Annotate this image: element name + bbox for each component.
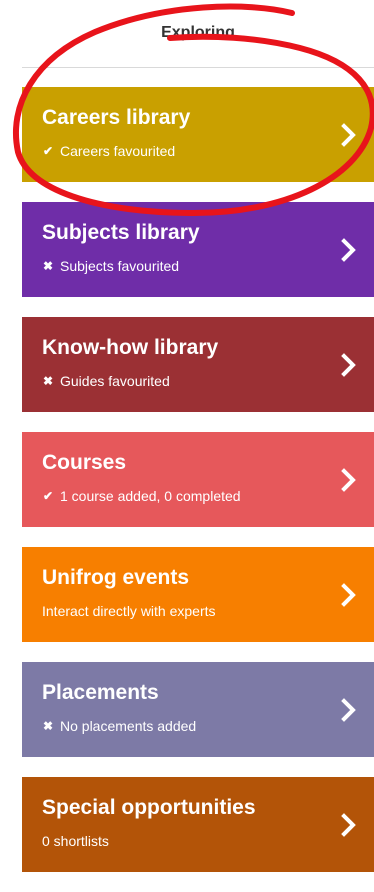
chevron-right-icon[interactable] [336, 122, 362, 148]
cross-icon: ✖ [42, 719, 54, 733]
tile-title: Unifrog events [42, 566, 190, 589]
cross-icon: ✖ [42, 259, 54, 273]
tile-status: ✔ 1 course added, 0 completed [42, 488, 241, 504]
page-header: Exploring [22, 0, 374, 68]
tile-status: ✖ No placements added [42, 718, 196, 734]
tile-status-text: Interact directly with experts [42, 603, 216, 619]
tile-status: 0 shortlists [42, 833, 109, 849]
subjects-library-tile[interactable]: Subjects library ✖ Subjects favourited [22, 202, 374, 297]
careers-library-tile[interactable]: Careers library ✔ Careers favourited [22, 87, 374, 182]
chevron-right-icon[interactable] [336, 237, 362, 263]
tile-status-text: Subjects favourited [60, 258, 180, 274]
check-icon: ✔ [42, 144, 54, 158]
know-how-library-tile[interactable]: Know-how library ✖ Guides favourited [22, 317, 374, 412]
tile-status-text: Guides favourited [60, 373, 170, 389]
tile-status: ✔ Careers favourited [42, 143, 175, 159]
tile-status-text: Careers favourited [60, 143, 176, 159]
tile-title: Know-how library [42, 336, 219, 359]
chevron-right-icon[interactable] [336, 582, 362, 608]
courses-tile[interactable]: Courses ✔ 1 course added, 0 completed [22, 432, 374, 527]
tile-title: Placements [42, 681, 159, 704]
tile-status: ✖ Subjects favourited [42, 258, 179, 274]
special-opportunities-tile[interactable]: Special opportunities 0 shortlists [22, 777, 374, 872]
tile-title: Courses [42, 451, 127, 474]
tile-status-text: No placements added [60, 718, 197, 734]
tile-title: Subjects library [42, 221, 200, 244]
chevron-right-icon[interactable] [336, 697, 362, 723]
tile-status: Interact directly with experts [42, 603, 216, 619]
check-icon: ✔ [42, 489, 54, 503]
page-title: Exploring [161, 24, 235, 41]
tile-status-text: 0 shortlists [42, 833, 109, 849]
cross-icon: ✖ [42, 374, 54, 388]
tile-status-text: 1 course added, 0 completed [60, 488, 241, 504]
unifrog-events-tile[interactable]: Unifrog events Interact directly with ex… [22, 547, 374, 642]
tile-status: ✖ Guides favourited [42, 373, 170, 389]
chevron-right-icon[interactable] [336, 467, 362, 493]
chevron-right-icon[interactable] [336, 352, 362, 378]
exploring-tiles: Careers library ✔ Careers favourited Sub… [22, 87, 374, 892]
chevron-right-icon[interactable] [336, 812, 362, 838]
tile-title: Special opportunities [42, 796, 256, 819]
placements-tile[interactable]: Placements ✖ No placements added [22, 662, 374, 757]
tile-title: Careers library [42, 106, 191, 129]
